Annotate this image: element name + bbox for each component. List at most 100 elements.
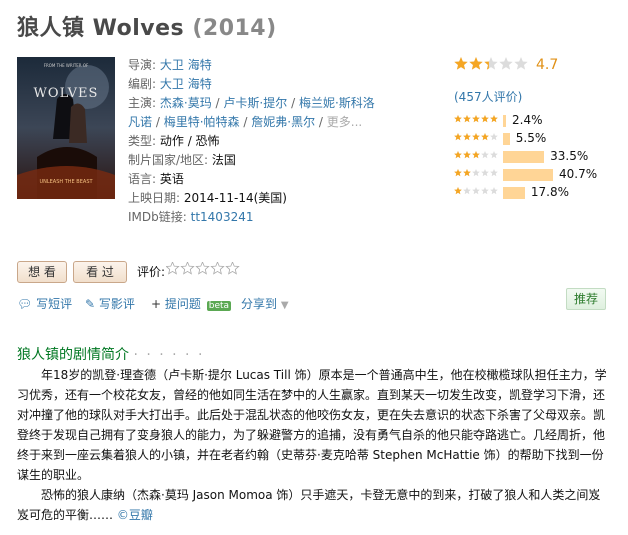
write-short-review-link[interactable]: 💬︎ 写短评 (17, 295, 72, 312)
country-label: 制片国家/地区: (128, 153, 209, 167)
director-link[interactable]: 大卫 海特 (160, 58, 212, 72)
star-icon (463, 187, 471, 195)
star-fill (454, 151, 462, 159)
pencil-icon: ✎ (85, 297, 96, 311)
breakdown-bar (503, 151, 545, 163)
star-icon (195, 262, 210, 275)
imdb-link[interactable]: tt1403241 (191, 210, 254, 224)
star-icon (514, 57, 528, 70)
cast-link[interactable]: 詹妮弗·黑尔 (251, 115, 315, 129)
writer-link[interactable]: 大卫 海特 (160, 77, 212, 91)
star-fill (469, 57, 483, 70)
cast-row: 主演: 杰森·莫玛 / 卢卡斯·提尔 / 梅兰妮·斯科洛 (128, 96, 375, 110)
star-fill (463, 151, 471, 159)
write-review-label: 写影评 (98, 297, 135, 311)
country-row: 制片国家/地区: 法国 (128, 151, 408, 170)
director-row: 导演: 大卫 海特 (128, 56, 408, 75)
genre-value: 动作 / 恐怖 (159, 134, 220, 148)
country-value: 法国 (211, 153, 236, 167)
summary-line: 岌可危的平衡…… (17, 508, 114, 522)
star-fill (454, 187, 462, 195)
cast-row-2: 凡诺 / 梅里特·帕特森 / 詹妮弗·黑尔 / 更多... (128, 115, 363, 129)
recommend-button[interactable]: 推荐 (566, 288, 606, 310)
cast-more-link[interactable]: 更多... (327, 115, 362, 129)
star-fill (463, 115, 471, 123)
release-row: 上映日期: 2014-11-14(美国) (128, 189, 408, 208)
star-fill (463, 133, 471, 141)
star-icon (490, 151, 498, 159)
movie-info: 导演: 大卫 海特 编剧: 大卫 海特 主演: 杰森·莫玛 / 卢卡斯·提尔 /… (128, 56, 408, 227)
breakdown-row: 40.7% (454, 166, 624, 184)
summary-line: 恐怖的狼人康纳（杰森·莫玛 Jason Momoa 饰）只手遮天，卡登无意中的到… (41, 488, 601, 502)
breakdown-row: 5.5% (454, 130, 624, 148)
comment-icon: 💬︎ (17, 297, 33, 311)
star-icon (210, 262, 225, 275)
write-review-link[interactable]: ✎ 写影评 (85, 295, 135, 312)
cast-link[interactable]: 梅兰妮·斯科洛 (299, 96, 375, 110)
star-fill (481, 133, 489, 141)
star-icon (180, 262, 195, 275)
star-fill (472, 133, 480, 141)
star-fill (472, 151, 480, 159)
poster-image: FROM THE WRITER OF WOLVES UNLEASH THE BE… (17, 57, 115, 199)
breakdown-percent: 2.4% (512, 113, 543, 127)
breakdown-stars (454, 133, 498, 141)
genre-row: 类型: 动作 / 恐怖 (128, 132, 408, 151)
breakdown-row: 2.4% (454, 112, 624, 130)
breakdown-bar (503, 115, 506, 127)
director-label: 导演: (128, 58, 157, 72)
summary-line: 谋生的职业。 (17, 468, 90, 482)
plus-icon: + (151, 297, 162, 311)
chevron-down-icon: ▼ (280, 300, 289, 311)
imdb-row: IMDb链接: tt1403241 (128, 208, 408, 227)
star-icon (490, 133, 498, 141)
summary-line: 年18岁的凯登·理查德（卢卡斯·提尔 Lucas Till 饰）原本是一个普通高… (41, 368, 595, 382)
seen-button[interactable]: 看 过 (73, 261, 127, 283)
movie-year: (2014) (192, 16, 277, 41)
star-icon (472, 187, 480, 195)
rating-votes-link[interactable]: (457人评价) (454, 88, 522, 105)
rate-label: 评价: (137, 265, 166, 279)
breakdown-percent: 40.7% (559, 167, 598, 181)
poster-top-text: FROM THE WRITER OF (44, 63, 89, 68)
share-dropdown[interactable]: 分享到 ▼ (241, 295, 289, 312)
rating-stars (454, 57, 528, 70)
rate-stars-input[interactable] (166, 262, 242, 276)
breakdown-stars (454, 169, 498, 177)
page-title: 狼人镇 Wolves (2014) (17, 10, 277, 42)
star-icon (481, 169, 489, 177)
language-value: 英语 (159, 172, 184, 186)
cast-link[interactable]: 凡诺 (128, 115, 152, 129)
breakdown-stars (454, 115, 498, 123)
breakdown-stars (454, 151, 498, 159)
breakdown-percent: 33.5% (550, 149, 589, 163)
poster-film-title: WOLVES (34, 86, 99, 101)
writer-label: 编剧: (128, 77, 157, 91)
douban-source-link[interactable]: ©豆瓣 (117, 508, 153, 522)
ask-question-label: 提问题 (164, 297, 201, 311)
star-fill (454, 115, 462, 123)
cast-label: 主演: (128, 96, 157, 110)
star-fill (454, 57, 468, 70)
cast-link[interactable]: 卢卡斯·提尔 (223, 96, 287, 110)
star-icon (481, 187, 489, 195)
breakdown-bar (503, 133, 510, 145)
star-fill (472, 115, 480, 123)
star-icon (490, 169, 498, 177)
summary-paragraph-1: 年18岁的凯登·理查德（卢卡斯·提尔 Lucas Till 饰）原本是一个普通高… (17, 365, 607, 485)
rating-score: 4.7 (536, 57, 559, 73)
star-icon (472, 169, 480, 177)
release-value: 2014-11-14(美国) (183, 191, 287, 205)
release-label: 上映日期: (128, 191, 181, 205)
ask-question-link[interactable]: + 提问题 beta (151, 295, 232, 312)
cast-link[interactable]: 梅里特·帕特森 (164, 115, 240, 129)
movie-poster[interactable]: FROM THE WRITER OF WOLVES UNLEASH THE BE… (17, 57, 115, 199)
breakdown-bar (503, 187, 525, 199)
breakdown-row: 17.8% (454, 184, 624, 202)
want-to-see-button[interactable]: 想 看 (17, 261, 67, 283)
star-icon (490, 187, 498, 195)
star-fill (481, 115, 489, 123)
summary-text: 年18岁的凯登·理查德（卢卡斯·提尔 Lucas Till 饰）原本是一个普通高… (17, 365, 607, 525)
cast-link[interactable]: 杰森·莫玛 (160, 96, 212, 110)
breakdown-bar (503, 169, 553, 181)
